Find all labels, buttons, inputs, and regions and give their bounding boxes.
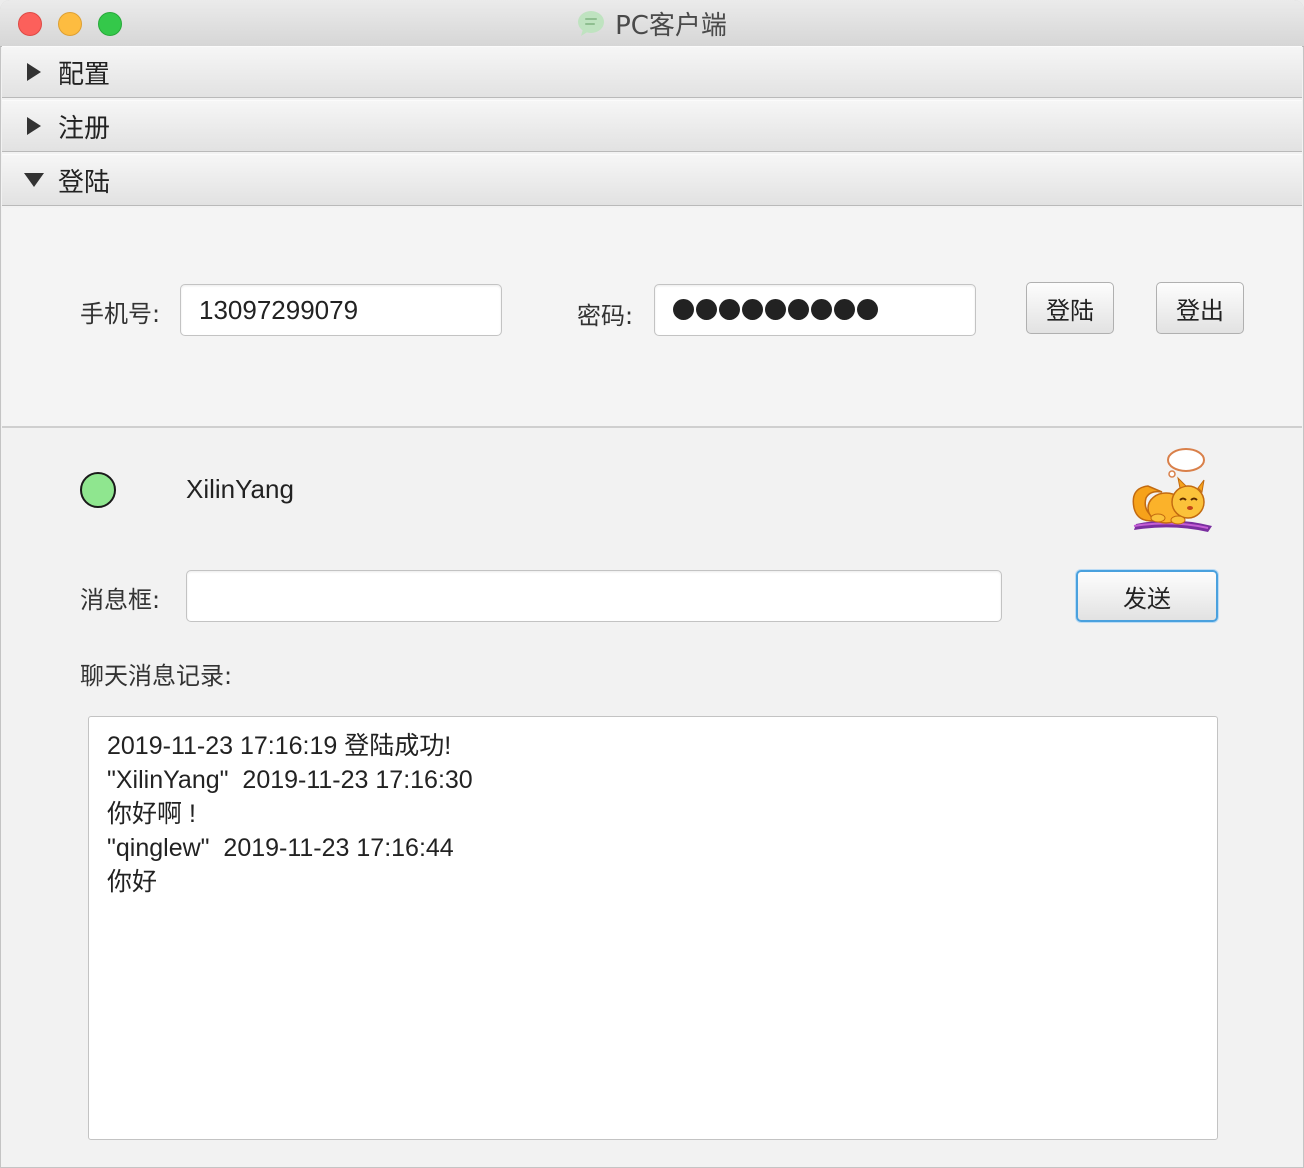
message-label: 消息框: [80,586,161,614]
pane-register-header[interactable]: 注册 [2,100,1302,152]
send-button[interactable]: 发送 [1076,570,1218,622]
online-status-indicator [80,472,116,508]
password-dot [719,299,740,320]
password-dot [857,299,878,320]
password-dot [696,299,717,320]
pane-config-label: 配置 [58,59,111,90]
app-window: PC客户端 配置 注册 登陆 手机号: 13097299079 密码: 登陆 登… [0,0,1304,1168]
phone-value: 13097299079 [199,295,359,325]
chat-history-label: 聊天消息记录: [80,662,233,690]
chat-history-line: 你好啊 ! [107,800,196,828]
triangle-right-icon [27,117,41,135]
chat-history-line: 2019-11-23 17:16:19 登陆成功! [107,732,452,760]
phone-field[interactable]: 13097299079 [180,284,502,336]
triangle-down-icon [24,173,44,187]
password-dot [673,299,694,320]
password-dot [834,299,855,320]
password-field[interactable] [654,284,976,336]
password-dot [742,299,763,320]
window-title: PC客户端 [615,10,727,41]
password-dot [788,299,809,320]
chat-history-line: "qinglew" 2019-11-23 17:16:44 [107,834,454,862]
pane-login-label: 登陆 [58,167,111,198]
triangle-right-icon [27,63,41,81]
message-input[interactable] [186,570,1002,622]
title-bar[interactable]: PC客户端 [0,0,1304,47]
logout-button[interactable]: 登出 [1156,282,1244,334]
chat-history-area[interactable]: 2019-11-23 17:16:19 登陆成功! "XilinYang" 20… [88,716,1218,1140]
login-pane-content: 手机号: 13097299079 密码: 登陆 登出 [2,208,1302,428]
phone-label: 手机号: [80,300,161,328]
chat-history-line: "XilinYang" 2019-11-23 17:16:30 [107,766,473,794]
pane-register-label: 注册 [58,113,111,144]
chat-bubble-icon [578,11,605,36]
chat-history-line: 你好 [107,868,158,896]
password-mask [673,299,878,320]
password-label: 密码: [577,302,634,330]
login-button[interactable]: 登陆 [1026,282,1114,334]
password-dot [811,299,832,320]
password-dot [765,299,786,320]
pane-config-header[interactable]: 配置 [2,46,1302,98]
pane-login-header[interactable]: 登陆 [2,154,1302,206]
squirrel-mascot-icon [1132,448,1212,532]
current-user-name: XilinYang [186,474,294,504]
